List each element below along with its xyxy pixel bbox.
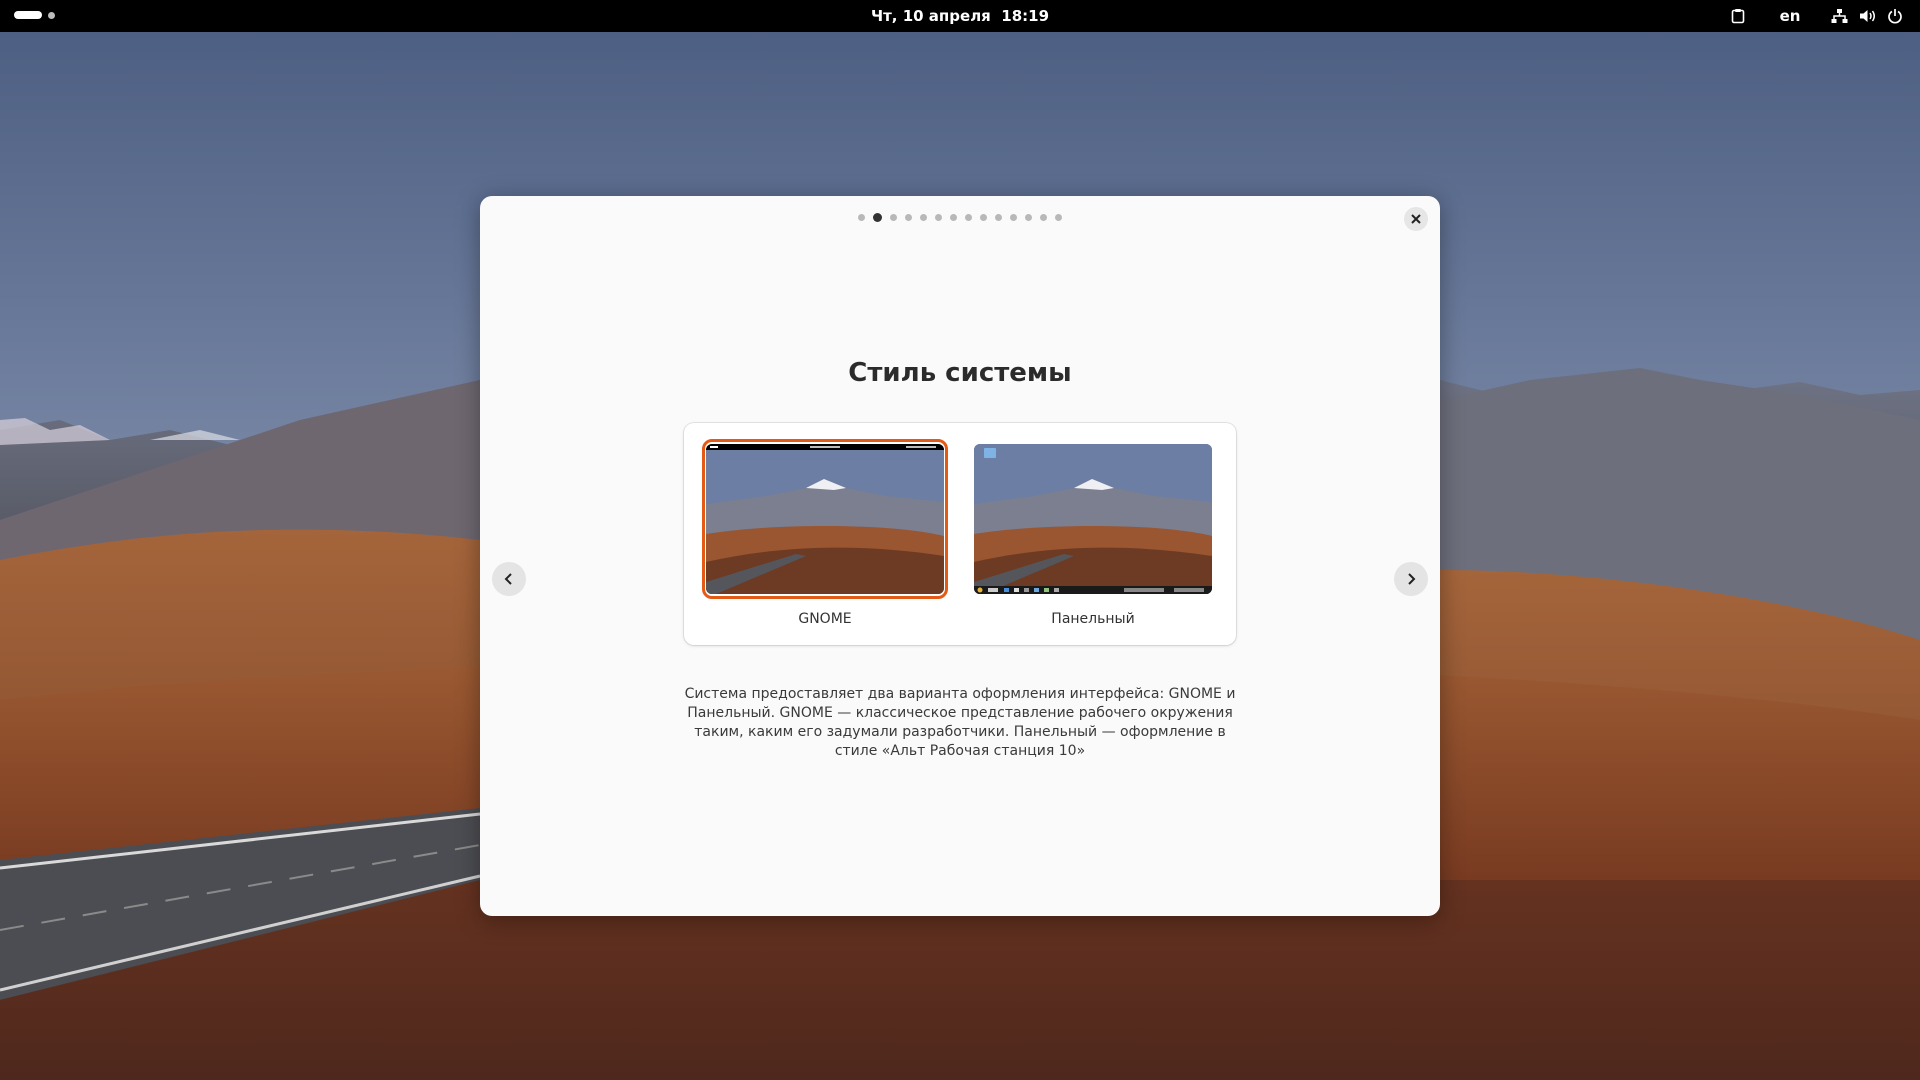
page-dot[interactable]: [1040, 214, 1047, 221]
chevron-left-icon: [504, 573, 512, 585]
page-dot[interactable]: [1010, 214, 1017, 221]
thumbnail-frame: [702, 439, 948, 599]
clipboard-icon[interactable]: [1726, 0, 1750, 32]
close-button[interactable]: [1404, 207, 1428, 231]
language-label: en: [1779, 7, 1801, 25]
page-dot[interactable]: [950, 214, 957, 221]
clock-label: Чт, 10 апреля 18:19: [870, 7, 1050, 25]
page-dot[interactable]: [890, 214, 897, 221]
style-options-card: GNOME Панельный: [684, 423, 1236, 645]
next-page-button[interactable]: [1394, 562, 1428, 596]
page-indicator: [480, 213, 1440, 222]
language-indicator[interactable]: en: [1774, 0, 1806, 32]
page-dot[interactable]: [1055, 214, 1062, 221]
style-description: Система предоставляет два варианта оформ…: [684, 686, 1236, 759]
page-dot[interactable]: [965, 214, 972, 221]
page-dot[interactable]: [980, 214, 987, 221]
style-option-panel[interactable]: Панельный: [970, 439, 1216, 627]
chevron-right-icon: [1408, 573, 1416, 585]
panel-preview-image: [974, 444, 1212, 594]
page-dot[interactable]: [858, 214, 865, 221]
page-title: Стиль системы: [848, 358, 1072, 388]
power-icon[interactable]: [1884, 0, 1906, 32]
page-dot[interactable]: [1025, 214, 1032, 221]
option-label-gnome: GNOME: [798, 611, 852, 627]
previous-page-button[interactable]: [492, 562, 526, 596]
page-dot[interactable]: [905, 214, 912, 221]
option-label-panel: Панельный: [1051, 611, 1135, 627]
page-dot[interactable]: [935, 214, 942, 221]
clock[interactable]: Чт, 10 апреля 18:19: [0, 0, 1920, 32]
page-dot-active[interactable]: [873, 213, 882, 222]
volume-icon[interactable]: [1856, 0, 1878, 32]
network-icon[interactable]: [1828, 0, 1850, 32]
close-icon: [1411, 214, 1421, 224]
page-dot[interactable]: [920, 214, 927, 221]
page-dot[interactable]: [995, 214, 1002, 221]
top-bar: Чт, 10 апреля 18:19 en: [0, 0, 1920, 32]
style-option-gnome[interactable]: GNOME: [702, 439, 948, 627]
gnome-preview-image: [706, 444, 944, 594]
welcome-dialog: Стиль системы GNOME Панельный Система пр…: [480, 196, 1440, 916]
thumbnail-frame: [970, 439, 1216, 599]
